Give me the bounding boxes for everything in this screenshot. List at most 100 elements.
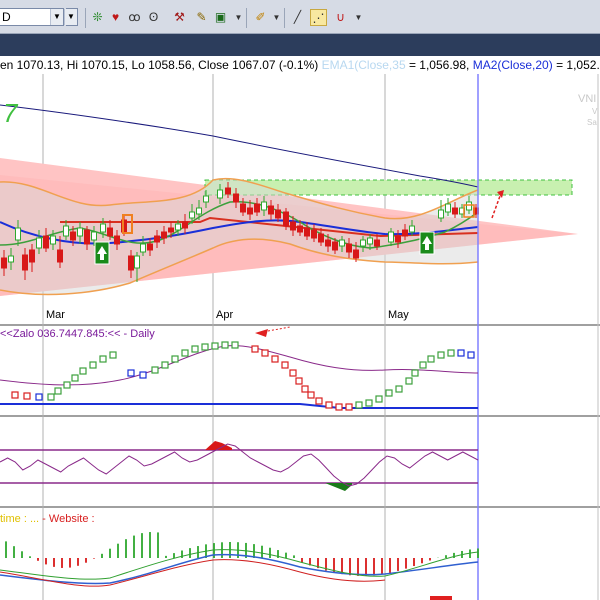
step-box xyxy=(427,355,435,363)
candle-body xyxy=(36,237,42,249)
step-box xyxy=(89,361,97,369)
candle-body xyxy=(134,255,140,269)
candle-body xyxy=(63,225,69,237)
step-box xyxy=(295,377,303,385)
candle-body xyxy=(196,207,202,215)
step-box xyxy=(99,355,107,363)
candle-body xyxy=(254,203,260,213)
chart-area[interactable]: 7 VNI V Sa Mar Apr May <<Zalo 036.7447.8… xyxy=(0,0,600,600)
candle-body xyxy=(100,223,106,233)
candle-body xyxy=(290,221,296,231)
candle-body xyxy=(114,235,120,245)
signal-arrowhead xyxy=(255,329,268,337)
signal-line xyxy=(267,326,291,332)
top-left-mark: 7 xyxy=(3,98,19,128)
month-label-mar: Mar xyxy=(46,309,65,321)
step-box xyxy=(251,345,259,353)
candle-body xyxy=(77,227,83,237)
step-box xyxy=(201,343,209,351)
candle-body xyxy=(84,229,90,245)
candle-body xyxy=(388,231,394,243)
candle-body xyxy=(154,235,160,243)
candle-body xyxy=(43,235,49,249)
candle-body xyxy=(203,195,209,203)
step-box xyxy=(127,369,135,377)
candle-body xyxy=(332,241,338,251)
step-box xyxy=(79,367,87,375)
step-box xyxy=(375,395,383,403)
step-box xyxy=(315,397,323,405)
step-box xyxy=(191,345,199,353)
candle-body xyxy=(168,227,174,233)
candle-body xyxy=(318,233,324,243)
candle-body xyxy=(374,239,380,247)
step-box xyxy=(385,389,393,397)
step-box xyxy=(345,403,353,411)
candle-body xyxy=(353,249,359,259)
month-label-may: May xyxy=(388,309,409,321)
candle-body xyxy=(189,211,195,219)
candle-body xyxy=(57,249,63,263)
step-box xyxy=(467,351,475,359)
candle-body xyxy=(297,225,303,233)
candle-body xyxy=(445,203,451,213)
indicator3-red-line xyxy=(0,559,386,587)
candle-body xyxy=(247,207,253,215)
candle-body xyxy=(147,243,153,251)
step-box xyxy=(161,361,169,369)
indicator1-steps xyxy=(11,341,475,411)
candle-body xyxy=(311,229,317,239)
candle-body xyxy=(261,201,267,211)
indicator3-marker xyxy=(430,596,452,600)
candle-body xyxy=(346,243,352,253)
step-box xyxy=(47,393,55,401)
step-box xyxy=(447,349,455,357)
step-box xyxy=(71,374,79,382)
candle-body xyxy=(360,239,366,247)
candle-body xyxy=(70,231,76,241)
candle-body xyxy=(15,227,21,241)
step-box xyxy=(419,361,427,369)
step-box xyxy=(211,342,219,350)
indicator1-title: <<Zalo 036.7447.845:<< - Daily xyxy=(0,328,155,340)
step-box xyxy=(231,341,239,349)
candle-body xyxy=(107,227,113,237)
step-box xyxy=(335,403,343,411)
candle-body xyxy=(304,227,310,237)
month-label-apr: Apr xyxy=(216,309,233,321)
step-box xyxy=(151,366,159,374)
step-box xyxy=(181,349,189,357)
step-box xyxy=(54,387,62,395)
candle-body xyxy=(275,209,281,219)
indicator3-histogram xyxy=(5,532,479,576)
buy-signal-arrow xyxy=(94,241,110,265)
watermark: Sa xyxy=(587,118,597,127)
candle-body xyxy=(161,231,167,239)
candle-body xyxy=(339,239,345,247)
step-box xyxy=(109,351,117,359)
step-box xyxy=(437,351,445,359)
candle-body xyxy=(452,207,458,215)
candle-body xyxy=(395,235,401,243)
oversold-fill xyxy=(325,483,352,491)
candle-body xyxy=(8,255,14,263)
candle-body xyxy=(409,225,415,233)
step-box xyxy=(23,392,31,400)
candle-body xyxy=(283,211,289,227)
candle-body xyxy=(268,205,274,215)
candle-body xyxy=(240,203,246,213)
candle-body xyxy=(140,243,146,253)
step-box xyxy=(281,361,289,369)
candle-body xyxy=(91,231,97,241)
step-box xyxy=(325,401,333,409)
step-box xyxy=(395,385,403,393)
step-box xyxy=(365,399,373,407)
candle-body xyxy=(128,255,134,271)
candle-body xyxy=(325,239,331,247)
candle-body xyxy=(22,254,28,271)
step-box xyxy=(11,391,19,399)
indicator3-title-a: time : ... xyxy=(0,513,39,525)
step-box xyxy=(307,391,315,399)
indicator1-baseline xyxy=(0,403,478,409)
step-box xyxy=(63,381,71,389)
